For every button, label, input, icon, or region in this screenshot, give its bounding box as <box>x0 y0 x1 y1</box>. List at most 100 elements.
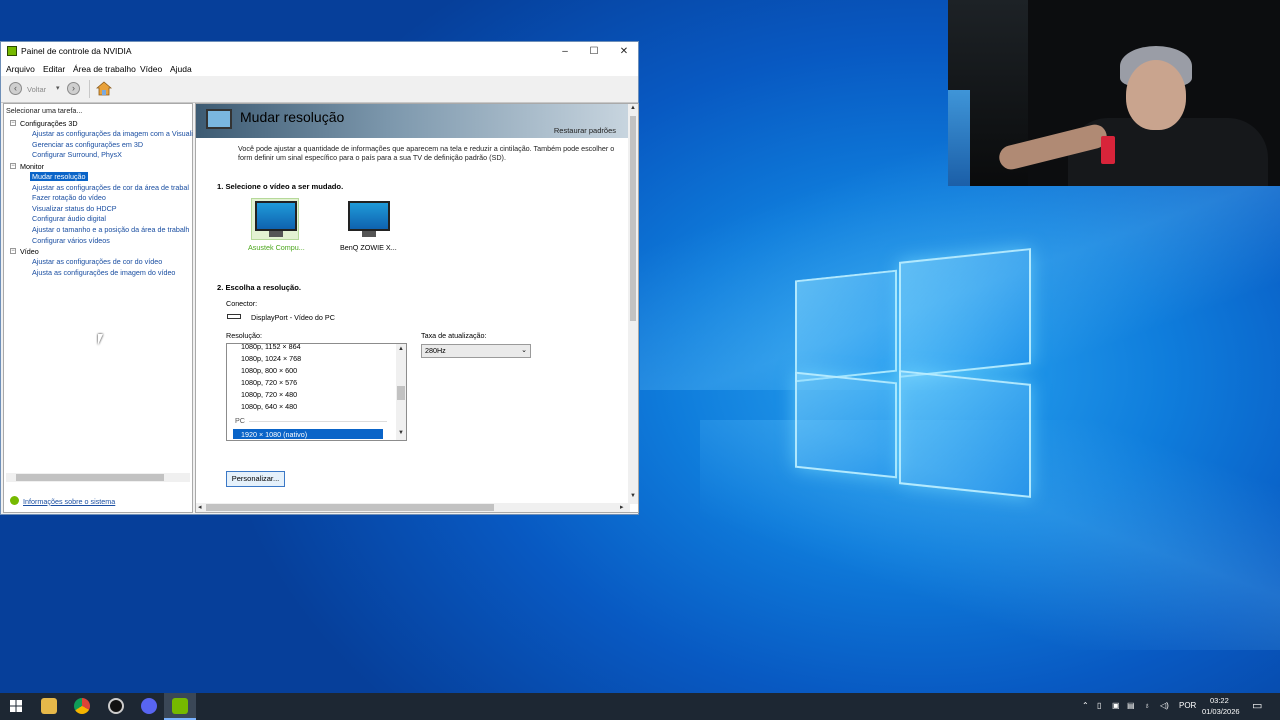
close-button[interactable]: ✕ <box>609 42 639 61</box>
page-title: Mudar resolução <box>240 109 345 125</box>
resolution-selected[interactable]: 1920 × 1080 (nativo) <box>241 430 307 439</box>
content-pane: Mudar resolução Restaurar padrões Você p… <box>195 103 639 513</box>
clock-date[interactable]: 01/03/2026 <box>1202 707 1240 716</box>
scroll-up-icon[interactable]: ▲ <box>398 346 404 352</box>
collapse-icon[interactable]: − <box>10 248 16 254</box>
windows-start-icon[interactable] <box>10 700 22 712</box>
toolbar-divider <box>89 80 90 98</box>
speaker-icon[interactable]: ◁) <box>1160 701 1169 710</box>
scroll-right-icon[interactable]: ▸ <box>620 503 624 511</box>
microphone-icon[interactable]: ♁ <box>1144 701 1150 710</box>
tree-item[interactable]: Ajustar as configurações da imagem com a… <box>32 129 193 138</box>
page-description: Você pode ajustar a quantidade de inform… <box>238 144 615 162</box>
webcam-overlay <box>948 0 1280 186</box>
menu-arquivo[interactable]: Arquivo <box>6 64 35 74</box>
tree-item[interactable]: Ajustar o tamanho e a posição da área de… <box>32 225 189 234</box>
connector-value: DisplayPort - Vídeo do PC <box>251 313 335 322</box>
collapse-icon[interactable]: − <box>10 163 16 169</box>
refresh-rate-select[interactable]: 280Hz ⌄ <box>421 344 531 358</box>
back-dropdown-icon[interactable]: ▾ <box>56 84 60 92</box>
menu-video[interactable]: Vídeo <box>140 64 162 74</box>
nvidia-icon <box>172 698 188 714</box>
obs-icon[interactable] <box>108 698 124 714</box>
resolution-option[interactable]: 1080p, 800 × 600 <box>241 366 297 375</box>
minimize-button[interactable]: – <box>550 42 580 61</box>
task-pane-hscrollbar[interactable] <box>6 473 190 482</box>
scrollbar-thumb[interactable] <box>630 116 636 321</box>
resolution-option[interactable]: 1080p, 640 × 480 <box>241 402 297 411</box>
monitor-asustek[interactable] <box>255 201 297 237</box>
monitor-glow <box>948 90 970 186</box>
monitor-icon <box>255 201 297 231</box>
tree-item[interactable]: Configurar áudio digital <box>32 214 106 223</box>
monitor-icon <box>348 201 390 231</box>
battery-icon[interactable]: ▯ <box>1097 701 1101 710</box>
scroll-down-icon[interactable]: ▼ <box>398 430 404 436</box>
mouse-cursor-icon <box>98 334 103 345</box>
clock-time[interactable]: 03:22 <box>1210 696 1229 705</box>
tree-group-3d[interactable]: Configurações 3D <box>20 119 78 128</box>
tree-group-video[interactable]: Vídeo <box>20 247 39 256</box>
scrollbar-thumb[interactable] <box>206 504 494 511</box>
tree-item[interactable]: Configurar vários vídeos <box>32 236 110 245</box>
resolution-option[interactable]: 1080p, 720 × 480 <box>241 390 297 399</box>
resolution-list[interactable]: 1080p, 1152 × 864 1080p, 1024 × 768 1080… <box>226 343 407 441</box>
discord-icon[interactable] <box>141 698 157 714</box>
scrollbar-thumb[interactable] <box>16 474 164 481</box>
section-choose-resolution: 2. Escolha a resolução. <box>217 283 301 292</box>
taskbar: ⌃ ▯ ▣ ▤ ♁ ◁) POR 03:22 01/03/2026 ▭ <box>0 693 1280 720</box>
menu-bar: Arquivo Editar Área de trabalho Vídeo Aj… <box>1 61 638 77</box>
chevron-up-icon[interactable]: ⌃ <box>1082 701 1089 710</box>
nvidia-info-icon <box>10 496 19 505</box>
tree-item[interactable]: Ajustar as configurações de cor do vídeo <box>32 257 162 266</box>
network-icon[interactable]: ▣ <box>1112 701 1120 710</box>
connector-label: Conector: <box>226 299 258 308</box>
page-content: Você pode ajustar a quantidade de inform… <box>196 138 630 504</box>
tree-group-monitor[interactable]: Monitor <box>20 162 44 171</box>
tree-item[interactable]: Fazer rotação do vídeo <box>32 193 106 202</box>
monitor-asustek-label[interactable]: Asustek Compu... <box>248 243 305 252</box>
content-hscrollbar[interactable]: ◂ ▸ <box>196 503 630 512</box>
home-icon[interactable] <box>95 81 113 96</box>
maximize-button[interactable]: ☐ <box>579 42 609 61</box>
tree-item[interactable]: Ajustar as configurações de cor da área … <box>32 183 189 192</box>
language-indicator[interactable]: POR <box>1179 701 1196 710</box>
tree-item[interactable]: Configurar Surround, PhysX <box>32 150 122 159</box>
scrollbar-thumb[interactable] <box>397 386 405 400</box>
scroll-down-icon[interactable]: ▼ <box>630 493 636 499</box>
scroll-up-icon[interactable]: ▲ <box>630 105 636 111</box>
content-vscrollbar[interactable]: ▲ ▼ <box>628 104 638 504</box>
nvidia-taskbar-button[interactable] <box>164 693 196 720</box>
monitor-benq[interactable] <box>348 201 390 237</box>
back-label[interactable]: Voltar <box>27 85 46 94</box>
resolution-option[interactable]: 1080p, 720 × 576 <box>241 378 297 387</box>
collapse-icon[interactable]: − <box>10 120 16 126</box>
file-explorer-icon[interactable] <box>41 698 57 714</box>
customize-button[interactable]: Personalizar... <box>226 471 285 487</box>
red-cup <box>1101 136 1115 164</box>
tree-item[interactable]: Ajusta as configurações de imagem do víd… <box>32 268 175 277</box>
menu-editar[interactable]: Editar <box>43 64 65 74</box>
resolution-option[interactable]: 1080p, 1024 × 768 <box>241 354 301 363</box>
menu-area-de-trabalho[interactable]: Área de trabalho <box>73 64 136 74</box>
menu-ajuda[interactable]: Ajuda <box>170 64 192 74</box>
back-arrow-icon[interactable]: ‹ <box>9 82 22 95</box>
scroll-left-icon[interactable]: ◂ <box>198 503 202 511</box>
monitor-settings-icon <box>206 109 232 129</box>
forward-arrow-icon[interactable]: › <box>67 82 80 95</box>
tree-item[interactable]: Gerenciar as configurações em 3D <box>32 140 143 149</box>
title-bar[interactable]: Painel de controle da NVIDIA – ☐ ✕ <box>1 42 638 61</box>
page-banner: Mudar resolução Restaurar padrões <box>196 104 630 138</box>
monitor-benq-label[interactable]: BenQ ZOWIE X... <box>340 243 397 252</box>
chrome-icon[interactable] <box>74 698 90 714</box>
notification-icon[interactable]: ▭ <box>1252 699 1262 712</box>
tree-item-selected[interactable]: Mudar resolução <box>30 172 88 181</box>
windows-logo <box>795 248 1031 498</box>
tree-item[interactable]: Visualizar status do HDCP <box>32 204 117 213</box>
resolution-list-scrollbar[interactable]: ▲ ▼ <box>396 344 406 440</box>
restore-defaults-link[interactable]: Restaurar padrões <box>554 126 616 135</box>
task-pane-header: Selecionar uma tarefa... <box>6 106 83 115</box>
system-info-link[interactable]: Informações sobre o sistema <box>23 497 115 506</box>
sync-icon[interactable]: ▤ <box>1127 701 1135 710</box>
resolution-option[interactable]: 1080p, 1152 × 864 <box>241 344 301 351</box>
